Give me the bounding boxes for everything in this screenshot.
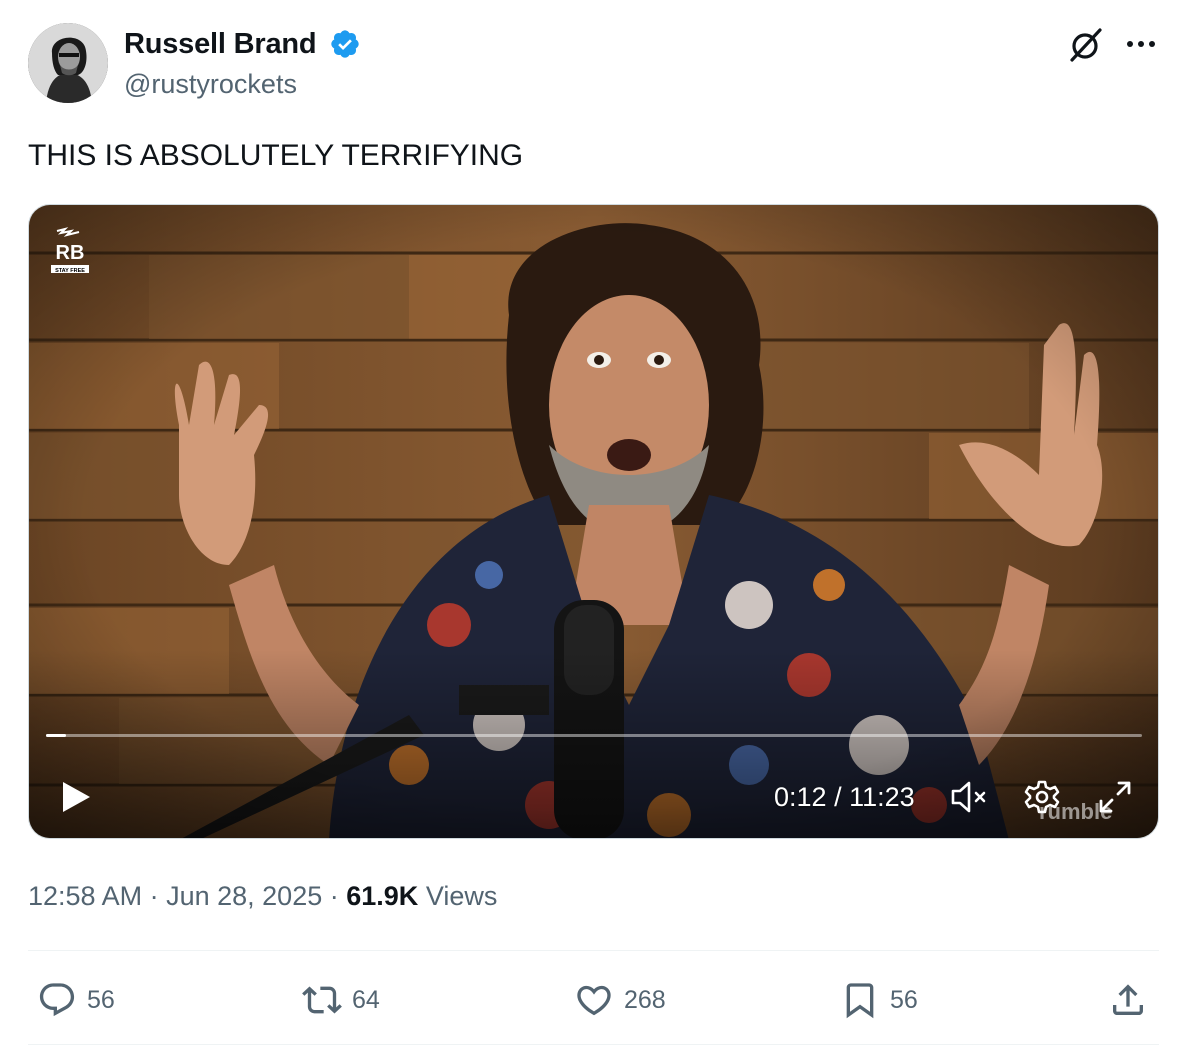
divider [28,1044,1159,1045]
share-icon [1113,984,1143,1015]
tweet-meta: 12:58 AM · Jun 28, 2025 · 61.9K Views [28,881,498,911]
more-icon[interactable] [1123,30,1159,58]
share-button[interactable] [1108,978,1148,1022]
fullscreen-icon[interactable] [1097,779,1133,815]
channel-logo: RB STAY FREE [51,227,89,274]
heart-icon [577,985,611,1016]
video-frame [29,205,1158,838]
video-time-separator: / [834,782,842,812]
author-handle[interactable]: @rustyrockets [124,66,297,102]
author-name[interactable]: Russell Brand [124,26,317,62]
repost-button[interactable]: 64 [302,978,380,1022]
video-player[interactable]: RB STAY FREE 0:12 / 11:23 rumble [28,204,1159,839]
view-count: 61.9K [346,881,419,911]
reply-count: 56 [87,985,115,1014]
mute-icon[interactable] [949,779,991,815]
channel-logo-text: RB [56,242,85,264]
video-time: 0:12 / 11:23 [774,779,915,815]
tweet-time[interactable]: 12:58 AM [28,881,142,911]
bookmark-icon [846,983,874,1019]
video-progress-bar[interactable] [46,734,1142,737]
bookmark-button[interactable]: 56 [840,978,918,1022]
tweet-text: THIS IS ABSOLUTELY TERRIFYING [28,139,524,172]
divider [28,950,1159,951]
channel-logo-subtext: STAY FREE [55,268,85,274]
repost-count: 64 [352,985,380,1014]
repost-icon [302,986,342,1014]
verified-badge-icon [331,30,359,58]
video-progress-fill [46,734,66,737]
views-label: Views [425,881,498,911]
avatar[interactable] [28,23,108,103]
bookmark-count: 56 [890,985,918,1014]
video-current-time: 0:12 [774,782,827,812]
reply-icon [39,983,75,1017]
tweet-date[interactable]: Jun 28, 2025 [166,881,322,911]
grok-icon[interactable] [1067,26,1105,64]
reply-button[interactable]: 56 [37,978,115,1022]
video-duration: 11:23 [849,782,915,812]
like-button[interactable]: 268 [574,978,666,1022]
like-count: 268 [624,985,666,1014]
play-icon[interactable] [59,779,93,815]
